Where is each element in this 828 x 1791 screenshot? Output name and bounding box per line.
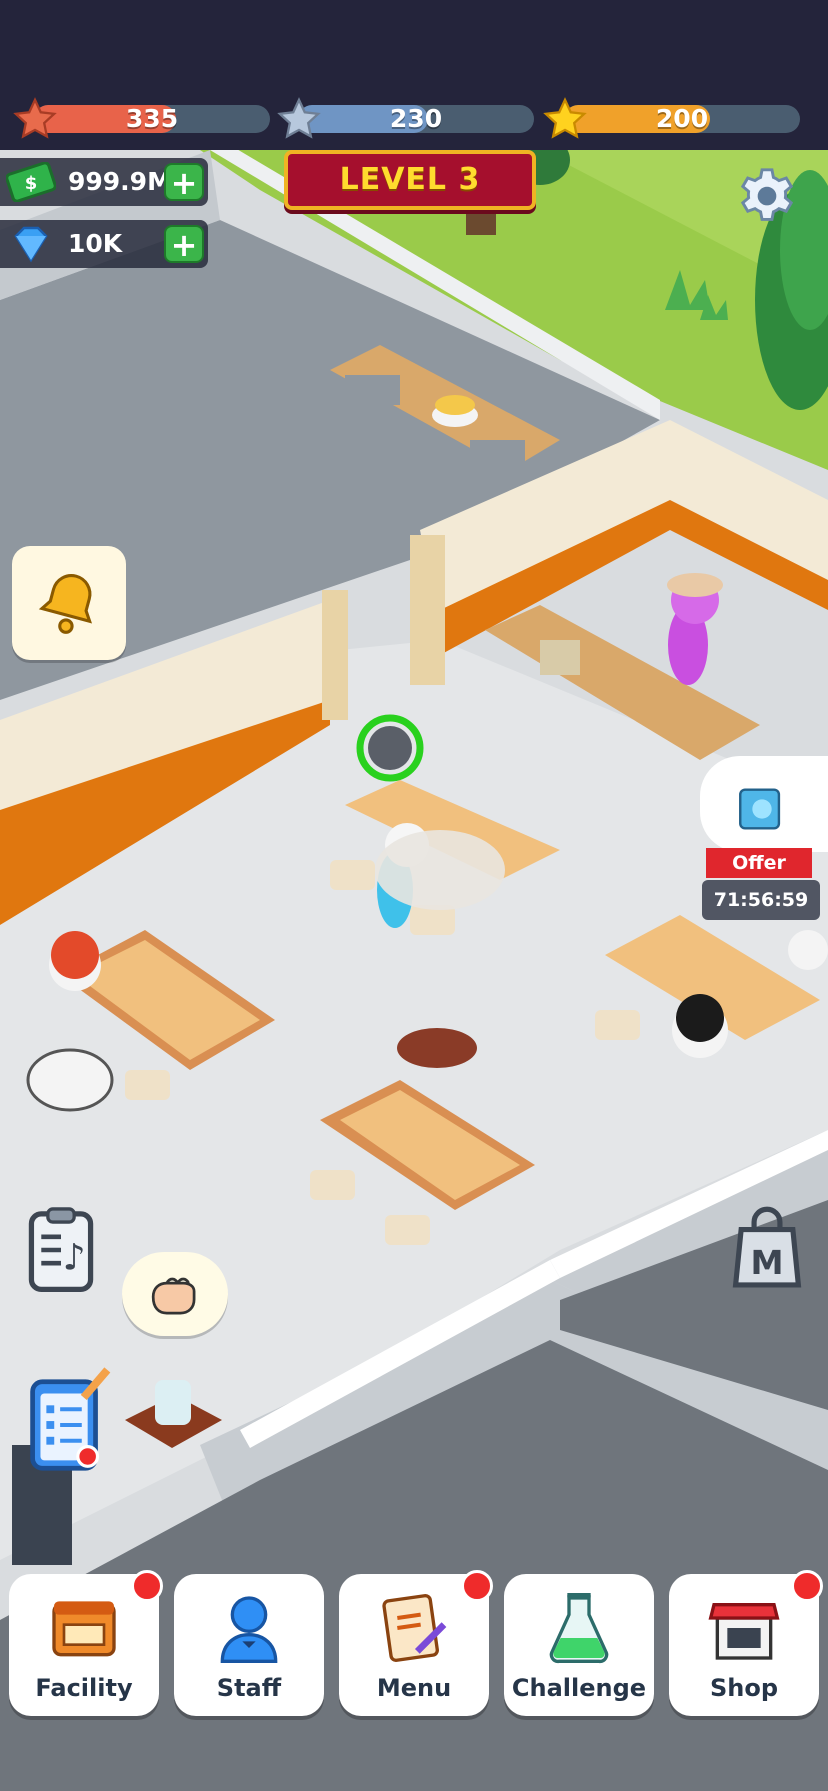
stat-gold-value: 200	[655, 104, 709, 133]
red-star-icon	[13, 97, 57, 139]
svg-text:$: $	[25, 173, 38, 194]
shopping-bag-icon[interactable]: M	[722, 1200, 812, 1296]
add-cash-button[interactable]: +	[164, 163, 204, 201]
nav-facility[interactable]: Facility	[9, 1570, 163, 1716]
nav-challenge-label: Challenge	[511, 1674, 647, 1702]
cash-value: 999.9M	[68, 167, 172, 196]
offer-timer: 71:56:59	[702, 880, 820, 920]
hand-icon	[151, 1277, 196, 1315]
offer-card[interactable]	[700, 756, 828, 852]
nav-challenge[interactable]: Challenge	[504, 1574, 654, 1716]
nav-staff-label: Staff	[216, 1674, 282, 1702]
bell-icon	[38, 574, 93, 634]
offer-pack-icon	[739, 788, 781, 830]
hand-bubble-button[interactable]	[122, 1252, 228, 1336]
facility-badge	[131, 1570, 163, 1602]
nav-facility-label: Facility	[35, 1674, 133, 1702]
nav-menu[interactable]: Menu	[339, 1570, 493, 1716]
cash-panel: $ 999.9M +	[0, 158, 208, 206]
offer-tag: Offer	[706, 848, 812, 878]
level-label: LEVEL 3	[339, 162, 481, 197]
nav-shop-label: Shop	[709, 1674, 779, 1702]
stat-gold-star: 200	[542, 97, 800, 139]
stat-silver-star: 230	[276, 97, 534, 139]
shop-icon	[708, 1603, 780, 1660]
level-badge: LEVEL 3	[284, 150, 536, 210]
svg-text:♪: ♪	[63, 1236, 86, 1279]
flask-icon	[549, 1593, 609, 1664]
gold-star-icon	[543, 97, 587, 139]
music-clipboard-icon[interactable]: ♪	[20, 1204, 102, 1296]
facility-icon	[52, 1601, 116, 1657]
gems-value: 10K	[68, 229, 123, 258]
notification-button[interactable]	[12, 546, 126, 660]
add-gems-button[interactable]: +	[164, 225, 204, 263]
menu-icon	[382, 1594, 447, 1662]
svg-text:M: M	[750, 1243, 783, 1282]
gem-icon	[14, 226, 48, 263]
nav-staff[interactable]: Staff	[174, 1574, 324, 1716]
silver-star-icon	[277, 97, 321, 139]
gear-icon[interactable]	[732, 164, 802, 234]
nav-shop[interactable]: Shop	[669, 1570, 823, 1716]
stat-red-value: 335	[125, 104, 179, 133]
nav-menu-label: Menu	[376, 1674, 452, 1702]
gems-panel: 10K +	[0, 220, 208, 268]
menu-badge	[461, 1570, 493, 1602]
stat-red-star: 335	[12, 97, 270, 139]
cash-icon: $	[6, 162, 56, 202]
task-list-icon[interactable]	[20, 1366, 116, 1484]
staff-icon	[220, 1596, 278, 1663]
stat-silver-value: 230	[389, 104, 443, 133]
shop-badge	[791, 1570, 823, 1602]
